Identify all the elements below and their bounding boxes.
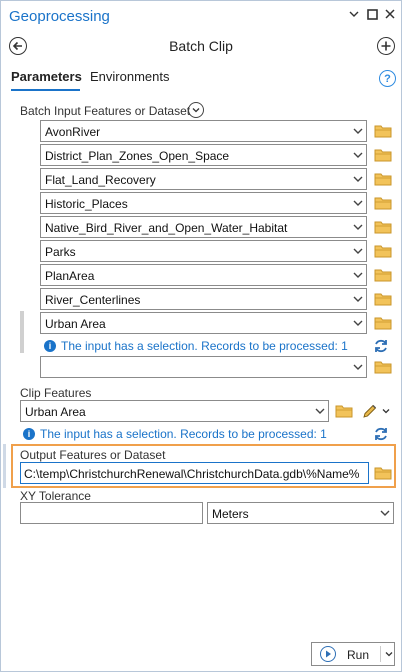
batch-input-combobox[interactable]: Native_Bird_River_and_Open_Water_Habitat — [40, 216, 367, 238]
geoprocessing-pane: Geoprocessing Batch Clip Parameters Envi… — [0, 0, 402, 672]
close-icon[interactable] — [383, 9, 397, 23]
active-tab-indicator — [11, 89, 80, 91]
batch-input-combobox[interactable]: Urban Area — [40, 312, 367, 334]
chevron-down-icon — [353, 272, 363, 278]
batch-input-combobox[interactable]: River_Centerlines — [40, 288, 367, 310]
xy-tolerance-unit-value: Meters — [212, 507, 249, 521]
batch-input-value: District_Plan_Zones_Open_Space — [45, 149, 230, 163]
tool-title: Batch Clip — [169, 38, 233, 54]
selection-indicator-bar — [20, 311, 24, 353]
tool-header: Batch Clip — [1, 33, 401, 59]
chevron-down-icon — [353, 224, 363, 230]
chevron-down-icon — [353, 296, 363, 302]
chevron-down-icon — [380, 510, 390, 516]
batch-input-combobox[interactable]: Historic_Places — [40, 192, 367, 214]
folder-icon[interactable] — [335, 404, 353, 418]
folder-icon[interactable] — [374, 316, 392, 330]
batch-input-value: Historic_Places — [45, 197, 128, 211]
folder-icon[interactable] — [374, 268, 392, 282]
output-path-value: C:\temp\ChristchurchRenewal\Christchurch… — [24, 467, 360, 481]
batch-input-selection-message: The input has a selection. Records to be… — [61, 339, 348, 353]
chevron-down-icon — [353, 152, 363, 158]
info-icon: i — [44, 340, 56, 352]
folder-icon[interactable] — [374, 360, 392, 374]
batch-input-value: Flat_Land_Recovery — [45, 173, 156, 187]
active-parameter-bar — [3, 444, 6, 488]
output-label: Output Features or Dataset — [20, 448, 166, 462]
chevron-down-icon — [353, 176, 363, 182]
run-separator — [380, 646, 381, 662]
title-bar: Geoprocessing — [1, 1, 401, 33]
batch-input-combobox[interactable]: AvonRiver — [40, 120, 367, 142]
folder-icon[interactable] — [374, 244, 392, 258]
help-icon[interactable]: ? — [379, 70, 396, 87]
batch-input-value: PlanArea — [45, 269, 95, 283]
info-icon: i — [23, 428, 35, 440]
clip-features-combobox[interactable]: Urban Area — [20, 400, 329, 422]
add-icon[interactable] — [377, 37, 395, 55]
run-label: Run — [347, 648, 370, 662]
folder-icon[interactable] — [374, 172, 392, 186]
chevron-down-icon[interactable] — [347, 9, 361, 23]
xy-tolerance-label: XY Tolerance — [20, 489, 91, 503]
chevron-down-icon — [353, 364, 363, 370]
xy-tolerance-unit-select[interactable]: Meters — [207, 502, 394, 524]
batch-input-value: Parks — [45, 245, 76, 259]
batch-input-value: Native_Bird_River_and_Open_Water_Habitat — [45, 221, 288, 235]
chevron-down-icon — [353, 320, 363, 326]
folder-icon[interactable] — [374, 466, 392, 480]
folder-icon[interactable] — [374, 196, 392, 210]
chevron-down-icon[interactable] — [385, 650, 393, 658]
chevron-down-icon[interactable] — [382, 407, 390, 415]
batch-input-combobox[interactable]: Parks — [40, 240, 367, 262]
batch-input-label: Batch Input Features or Dataset — [20, 104, 191, 118]
batch-input-combobox[interactable]: PlanArea — [40, 264, 367, 286]
clip-features-value: Urban Area — [25, 405, 86, 419]
chevron-down-icon — [353, 200, 363, 206]
batch-input-combobox[interactable]: District_Plan_Zones_Open_Space — [40, 144, 367, 166]
batch-input-value: AvonRiver — [45, 125, 101, 139]
refresh-icon[interactable] — [373, 338, 389, 354]
chevron-down-icon — [353, 248, 363, 254]
folder-icon[interactable] — [374, 220, 392, 234]
tab-environments[interactable]: Environments — [90, 69, 169, 84]
run-button[interactable]: Run — [311, 642, 395, 666]
batch-input-value: River_Centerlines — [45, 293, 141, 307]
pencil-icon[interactable] — [362, 403, 378, 419]
clip-features-label: Clip Features — [20, 386, 92, 400]
output-path-input[interactable]: C:\temp\ChristchurchRenewal\Christchurch… — [20, 462, 369, 484]
folder-icon[interactable] — [374, 148, 392, 162]
pane-title: Geoprocessing — [9, 8, 110, 25]
tab-parameters[interactable]: Parameters — [11, 69, 82, 84]
refresh-icon[interactable] — [373, 426, 389, 442]
batch-input-empty-combobox[interactable] — [40, 356, 367, 378]
chevron-down-icon[interactable] — [188, 102, 204, 118]
xy-tolerance-input[interactable] — [20, 502, 203, 524]
chevron-down-icon — [315, 408, 325, 414]
chevron-down-icon — [353, 128, 363, 134]
batch-input-combobox[interactable]: Flat_Land_Recovery — [40, 168, 367, 190]
play-icon — [320, 646, 336, 662]
folder-icon[interactable] — [374, 124, 392, 138]
batch-input-value: Urban Area — [45, 317, 106, 331]
maximize-icon[interactable] — [365, 9, 379, 23]
folder-icon[interactable] — [374, 292, 392, 306]
clip-features-selection-message: The input has a selection. Records to be… — [40, 427, 327, 441]
